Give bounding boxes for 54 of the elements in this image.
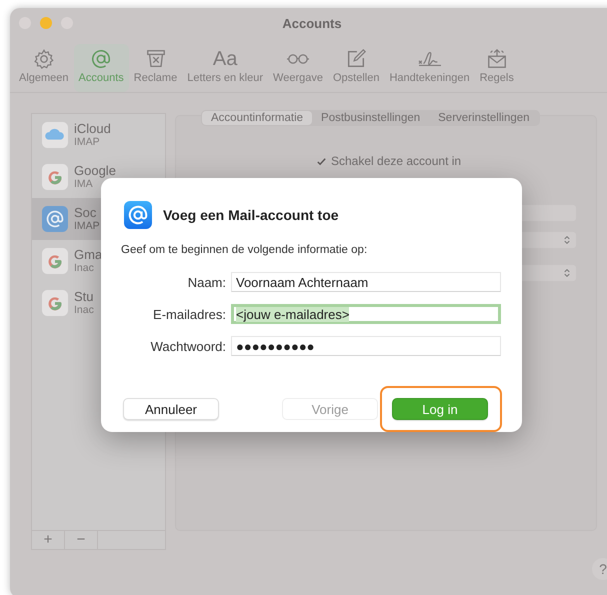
mail-at-icon <box>124 201 152 229</box>
account-type: IMAP <box>74 136 101 149</box>
toolbar-tab[interactable]: Reclame <box>128 44 182 92</box>
account-type: Inac <box>74 304 94 317</box>
checkbox-label: Schakel deze account in <box>331 154 462 168</box>
envelope-icon <box>486 48 508 70</box>
login-button[interactable]: Log in <box>392 398 488 420</box>
toolbar-tab[interactable]: Weergave <box>268 44 328 92</box>
account-type: Inac <box>74 262 95 275</box>
account-name: Gma <box>74 247 102 262</box>
input-field[interactable]: Voornaam Achternaam <box>231 272 501 292</box>
account-name: Soc <box>74 205 98 220</box>
account-name: Google <box>74 163 116 178</box>
toolbar-tab[interactable]: Aa Letters en kleur <box>182 44 268 92</box>
toolbar-tab[interactable]: Opstellen <box>328 44 384 92</box>
google-icon <box>42 164 68 190</box>
cloud-icon <box>42 122 68 148</box>
remove-button[interactable]: − <box>65 531 98 549</box>
trash-bin-icon <box>144 48 166 70</box>
toolbar-tab[interactable]: Accounts <box>74 44 129 92</box>
dialog-prompt: Geef om te beginnen de volgende informatie op: <box>121 244 368 256</box>
chevron-icon <box>564 235 570 245</box>
toolbar-tab[interactable]: Regels <box>474 44 519 92</box>
add-button[interactable]: + <box>32 531 65 549</box>
font-glyph: Aa <box>212 48 238 70</box>
dialog-title: Voeg een Mail-account toe <box>163 207 339 223</box>
account-name: Stu <box>74 289 94 304</box>
window-title: Accounts <box>282 16 342 30</box>
field-label: E-mailadres: <box>152 306 226 322</box>
help-button[interactable]: ? <box>592 558 607 580</box>
account-item[interactable]: iCloud IMAP <box>32 114 165 156</box>
gear-icon <box>32 48 55 70</box>
checkbox[interactable] <box>316 156 327 166</box>
tab[interactable]: Serverinstellingen <box>429 111 539 125</box>
at-sign-icon <box>90 48 112 70</box>
account-type: IMAP <box>74 220 100 233</box>
tab[interactable]: Accountinformatie <box>202 111 312 125</box>
account-name: iCloud <box>74 121 111 136</box>
chevron-icon <box>564 268 570 278</box>
field-label: Naam: <box>186 274 226 290</box>
minimize-button[interactable] <box>40 17 52 29</box>
cancel-button[interactable]: Annuleer <box>123 398 219 420</box>
account-type: IMA <box>74 178 94 191</box>
at-sign-icon <box>42 206 68 232</box>
input-field[interactable]: ●●●●●●●●●● <box>231 336 501 356</box>
google-icon <box>42 290 68 316</box>
tab[interactable]: Postbusinstellingen <box>312 111 430 125</box>
field-label: Wachtwoord: <box>150 338 226 354</box>
toolbar-tab[interactable]: Handtekeningen <box>384 44 475 92</box>
compose-icon <box>345 48 368 70</box>
google-icon <box>42 248 68 274</box>
input-field[interactable]: <jouw e-mailadres> <box>231 304 501 324</box>
toolbar-tab[interactable]: Algemeen <box>14 44 74 92</box>
account-item[interactable]: Google IMA <box>32 156 165 198</box>
